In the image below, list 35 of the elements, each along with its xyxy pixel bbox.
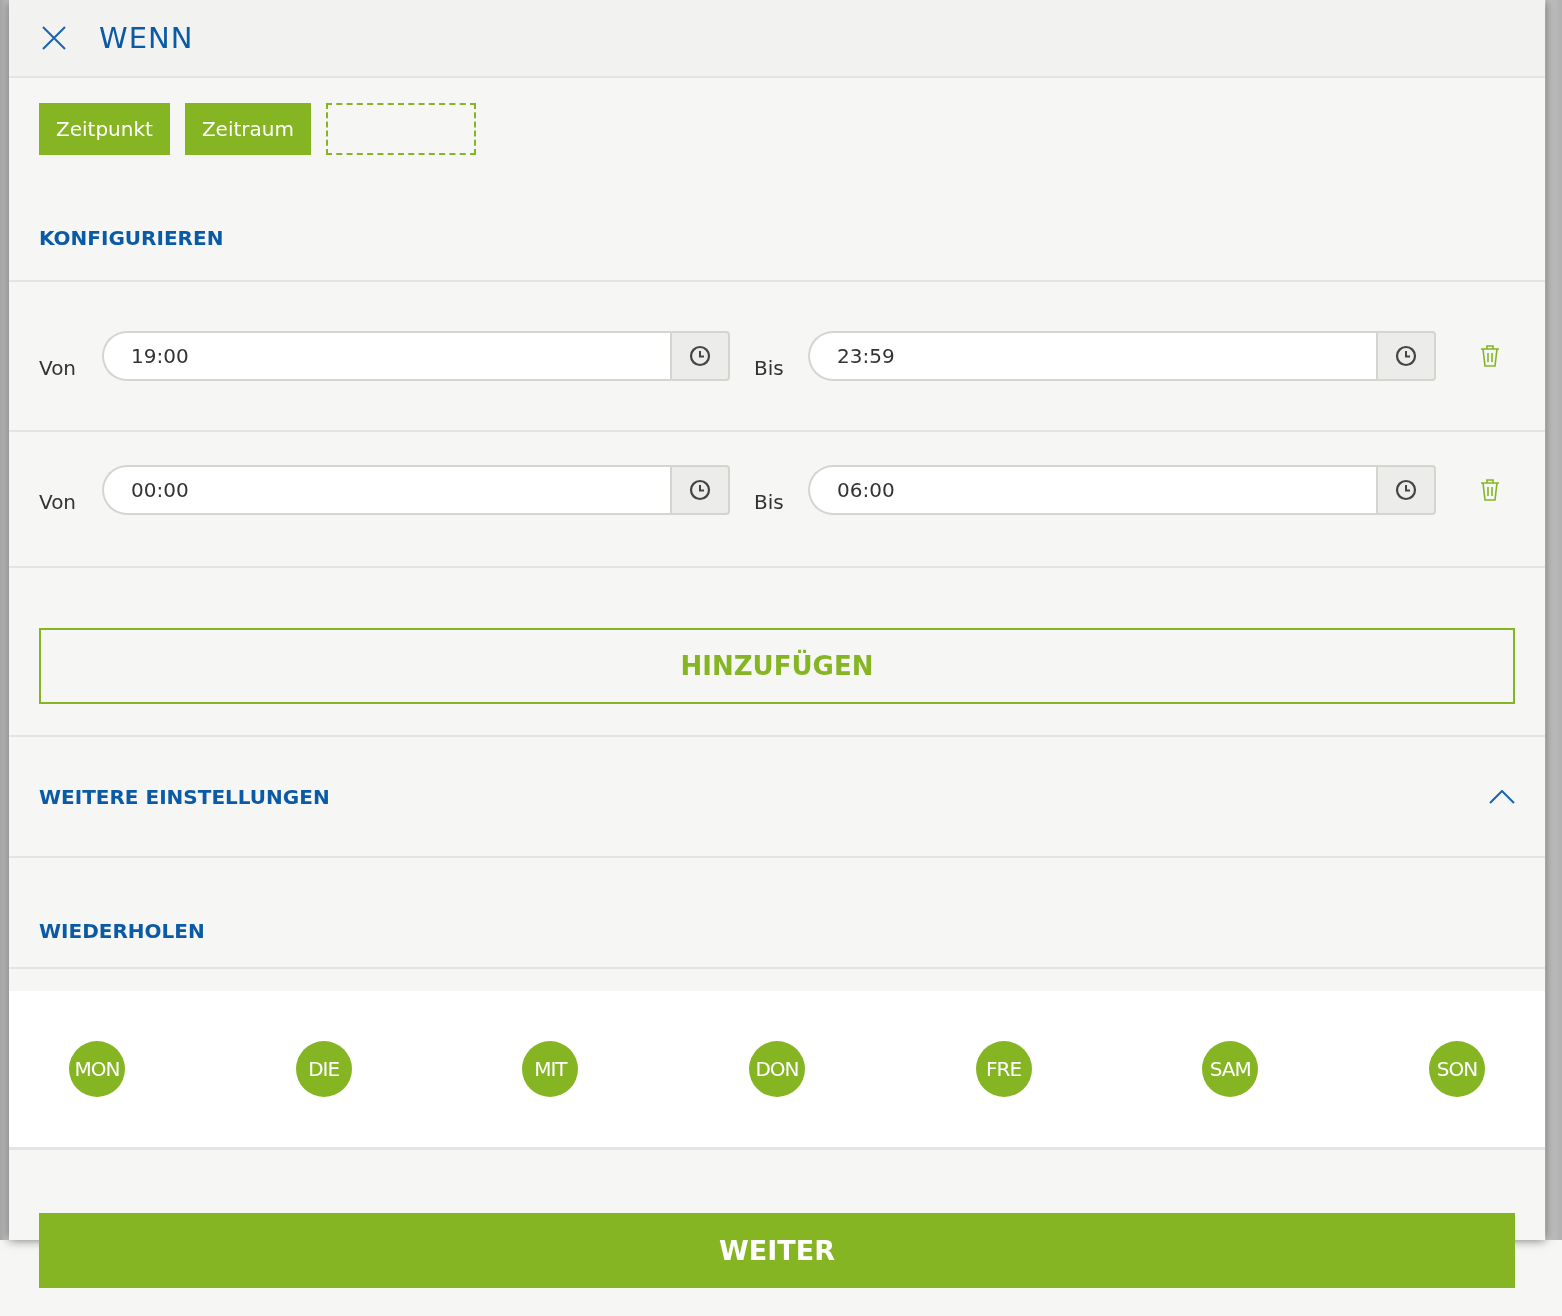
to-label: Bis xyxy=(754,356,785,380)
next-button[interactable]: WEITER xyxy=(39,1213,1515,1288)
section-heading: WEITERE EINSTELLUNGEN xyxy=(39,784,330,809)
weekday-toggle[interactable]: FRE xyxy=(975,1041,1032,1097)
weekday-toggle[interactable]: DON xyxy=(748,1041,805,1097)
weekday-toggle[interactable]: MON xyxy=(69,1041,125,1097)
from-label: Von xyxy=(39,490,78,514)
trigger-type-button[interactable]: Zeitpunkt xyxy=(39,103,170,155)
trigger-type-button[interactable]: Zeitraum xyxy=(184,103,311,155)
time-input[interactable]: 23:59 xyxy=(808,331,1376,381)
from-label: Von xyxy=(39,356,78,380)
dialog-title: WENN xyxy=(99,21,194,55)
clock-button[interactable] xyxy=(670,465,730,515)
clock-icon xyxy=(689,479,711,501)
weekday-toggle[interactable]: DIE xyxy=(295,1041,352,1097)
add-button[interactable]: HINZUFÜGEN xyxy=(39,628,1515,704)
clock-button[interactable] xyxy=(1376,331,1436,381)
section-heading: KONFIGURIEREN xyxy=(39,226,224,250)
clock-button[interactable] xyxy=(1376,465,1436,515)
clock-icon xyxy=(1395,479,1417,501)
to-label: Bis xyxy=(754,490,785,514)
trash-icon xyxy=(1480,344,1500,368)
collapse-toggle[interactable] xyxy=(1489,789,1515,804)
weekday-toggle[interactable]: SAM xyxy=(1202,1041,1259,1097)
clock-icon xyxy=(1395,345,1417,367)
clock-button[interactable] xyxy=(670,331,730,381)
weekday-toggle[interactable]: SON xyxy=(1428,1041,1485,1097)
time-input[interactable]: 19:00 xyxy=(102,331,670,381)
chevron-up-icon xyxy=(1489,789,1515,804)
trash-icon xyxy=(1480,478,1500,502)
section-heading: WIEDERHOLEN xyxy=(39,919,205,943)
clock-icon xyxy=(689,345,711,367)
time-input[interactable]: 06:00 xyxy=(808,465,1376,515)
weekday-toggle[interactable]: MIT xyxy=(522,1041,579,1097)
time-input[interactable]: 00:00 xyxy=(102,465,670,515)
